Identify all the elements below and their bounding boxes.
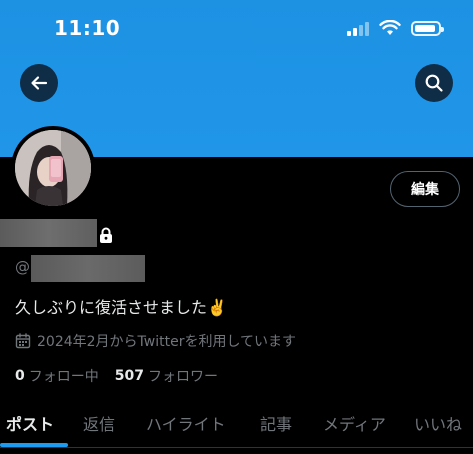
tab-media[interactable]: メディア bbox=[323, 411, 386, 435]
edit-profile-button[interactable]: 編集 bbox=[390, 171, 460, 207]
tab-replies[interactable]: 返信 bbox=[83, 411, 115, 435]
follow-stats: 0 フォロー中 507 フォロワー bbox=[15, 366, 218, 386]
avatar-photo bbox=[15, 130, 91, 206]
following-link[interactable]: 0 フォロー中 bbox=[15, 366, 99, 386]
profile-tabs: ポスト 返信 ハイライト 記事 メディア いいね bbox=[0, 400, 473, 446]
avatar[interactable] bbox=[11, 126, 95, 210]
followers-count: 507 bbox=[114, 368, 144, 384]
status-icons bbox=[347, 20, 444, 36]
search-icon bbox=[425, 74, 443, 92]
calendar-icon bbox=[15, 333, 31, 349]
tab-likes[interactable]: いいね bbox=[414, 411, 462, 435]
display-name-redacted bbox=[0, 219, 97, 247]
followers-label: フォロワー bbox=[147, 369, 218, 385]
handle-redacted bbox=[31, 255, 145, 282]
tab-highlights[interactable]: ハイライト bbox=[146, 411, 226, 435]
profile-bio: 久しぶりに復活させました✌️ bbox=[15, 298, 227, 317]
joined-date-row: 2024年2月からTwitterを利用しています bbox=[15, 331, 296, 351]
tabs-divider bbox=[0, 447, 473, 448]
back-button[interactable] bbox=[20, 64, 58, 102]
arrow-left-icon bbox=[31, 76, 48, 90]
avatar-image bbox=[15, 130, 91, 206]
tab-articles[interactable]: 記事 bbox=[260, 411, 292, 435]
battery-icon bbox=[411, 20, 444, 36]
status-time: 11:10 bbox=[54, 16, 121, 40]
wifi-icon bbox=[379, 20, 401, 35]
following-count: 0 bbox=[15, 368, 25, 384]
following-label: フォロー中 bbox=[28, 369, 99, 385]
followers-link[interactable]: 507 フォロワー bbox=[115, 366, 218, 386]
joined-date-text: 2024年2月からTwitterを利用しています bbox=[37, 334, 297, 350]
handle-prefix: @ bbox=[15, 258, 30, 276]
search-button[interactable] bbox=[415, 64, 453, 102]
tab-posts[interactable]: ポスト bbox=[6, 411, 54, 435]
cellular-signal-icon bbox=[347, 20, 369, 36]
lock-icon bbox=[100, 227, 112, 243]
